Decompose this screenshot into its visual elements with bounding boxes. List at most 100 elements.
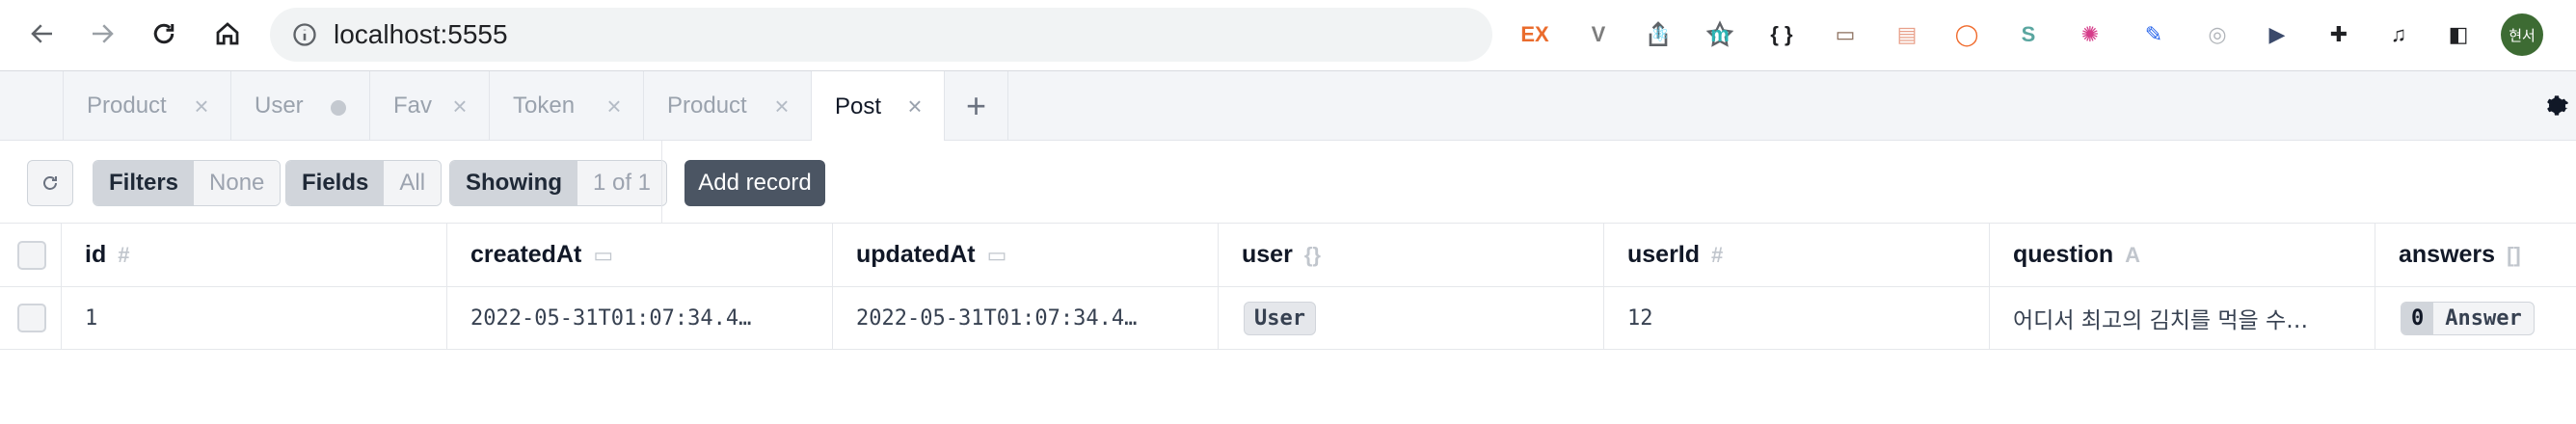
unsaved-dot-icon[interactable] (331, 100, 346, 116)
question-value: 어디서 최고의 김치를 먹을 수… (2013, 308, 2309, 333)
row-select-cell (0, 287, 62, 349)
add-record-button[interactable]: Add record (684, 160, 825, 206)
tab-user[interactable]: User (231, 71, 370, 141)
m-extension-icon[interactable]: m (1703, 17, 1737, 52)
createdat-value: 2022-05-31T01:07:34.4… (470, 305, 752, 331)
column-name: userId (1627, 241, 1701, 268)
answers-label: Answer (2445, 305, 2522, 331)
cell-id[interactable]: 1 (62, 287, 447, 349)
puzzle-extensions-icon[interactable]: ✚ (2321, 17, 2356, 52)
updatedat-value: 2022-05-31T01:07:34.4… (856, 305, 1138, 331)
back-arrow-icon (31, 24, 52, 43)
cell-question[interactable]: 어디서 최고의 김치를 먹을 수… (1990, 287, 2375, 349)
s-extension-icon[interactable]: S (2011, 17, 2046, 52)
date-type-icon: ▭ (986, 242, 1007, 267)
ex-icon[interactable]: EX (1517, 17, 1552, 52)
table-row[interactable]: 1 2022-05-31T01:07:34.4… 2022-05-31T01:0… (0, 287, 2576, 350)
user-relation-pill[interactable]: User (1244, 301, 1316, 335)
browser-toolbar: localhost:5555 EX V ⚛ m { } ▭ ▤ ◯ S ✺ ✎ ◎ ▶ ✚ ♫ ◧ 현서 (0, 0, 2576, 71)
reload-icon (153, 23, 174, 44)
eyedropper-icon[interactable]: ✎ (2136, 17, 2171, 52)
tab-bar-spacer (0, 71, 64, 141)
toolbar-divider (661, 141, 662, 224)
side-panel-icon[interactable]: ◧ (2441, 17, 2476, 52)
home-icon (216, 22, 239, 45)
reading-list-icon[interactable]: ♫ (2381, 17, 2416, 52)
tab-label: Fav (393, 93, 433, 119)
close-tab-icon[interactable]: × (604, 93, 624, 119)
json-viewer-icon[interactable]: { } (1764, 17, 1799, 52)
column-header-createdat[interactable]: createdAt ▭ (447, 224, 833, 286)
profile-avatar[interactable]: 현서 (2501, 13, 2543, 56)
column-name: id (85, 241, 107, 268)
cell-updatedat[interactable]: 2022-05-31T01:07:34.4… (833, 287, 1219, 349)
list-type-icon: [] (2507, 242, 2521, 267)
tab-fav[interactable]: Fav × (370, 71, 490, 141)
tab-post[interactable]: Post × (812, 71, 945, 142)
calendar-extension-icon[interactable]: ▤ (1890, 17, 1924, 52)
object-type-icon: {} (1303, 242, 1321, 267)
close-tab-icon[interactable]: × (772, 93, 792, 119)
number-type-icon: # (118, 242, 130, 267)
column-header-userid[interactable]: userId # (1604, 224, 1990, 286)
filters-label: Filters (94, 161, 195, 205)
tab-product[interactable]: Product × (644, 71, 812, 141)
cell-answers[interactable]: 0 Answer (2375, 287, 2576, 349)
home-button[interactable] (210, 16, 245, 51)
select-all-checkbox[interactable] (17, 240, 46, 270)
column-name: question (2013, 241, 2114, 268)
close-tab-icon[interactable]: × (905, 93, 925, 119)
answers-relation-pill[interactable]: 0 Answer (2401, 301, 2535, 335)
reload-button[interactable] (147, 16, 181, 51)
site-info-icon[interactable] (291, 21, 318, 48)
column-header-user[interactable]: user {} (1219, 224, 1604, 286)
filters-button[interactable]: Filters None (93, 160, 282, 206)
close-tab-icon[interactable]: × (192, 93, 211, 119)
settings-gear-icon[interactable] (2541, 91, 2572, 121)
refresh-icon (43, 176, 57, 190)
tab-label: Token (513, 93, 576, 119)
sidebar-video-icon[interactable]: ▶ (2260, 17, 2294, 52)
back-button[interactable] (25, 16, 60, 51)
column-name: createdAt (470, 241, 582, 268)
url-text[interactable]: localhost:5555 (334, 21, 508, 48)
color-wheel-icon[interactable]: ✺ (2073, 17, 2107, 52)
userid-value: 12 (1627, 305, 1653, 331)
fields-label: Fields (286, 161, 385, 205)
row-checkbox[interactable] (17, 304, 46, 332)
forward-button[interactable] (85, 16, 120, 51)
tab-token[interactable]: Token × (490, 71, 644, 141)
showing-label: Showing (450, 161, 577, 205)
select-all-cell (0, 224, 62, 286)
screen-capture-icon[interactable]: ▭ (1828, 17, 1863, 52)
column-header-answers[interactable]: answers [] (2375, 224, 2576, 286)
tab-product[interactable]: Product × (64, 71, 231, 141)
fields-value: All (384, 161, 442, 205)
forward-arrow-icon (93, 24, 114, 43)
tab-label: Product (87, 93, 167, 119)
column-header-updatedat[interactable]: updatedAt ▭ (833, 224, 1219, 286)
showing-value: 1 of 1 (577, 161, 667, 205)
refresh-button[interactable] (27, 160, 73, 206)
column-header-id[interactable]: id # (62, 224, 447, 286)
gray-circle-icon[interactable]: ◎ (2200, 17, 2235, 52)
react-devtools-icon[interactable]: ⚛ (1643, 17, 1677, 52)
cell-createdat[interactable]: 2022-05-31T01:07:34.4… (447, 287, 833, 349)
cell-user[interactable]: User (1219, 287, 1604, 349)
tab-label: Product (667, 93, 747, 119)
vue-devtools-icon[interactable]: V (1581, 17, 1616, 52)
address-bar[interactable]: localhost:5555 (270, 8, 1734, 62)
date-type-icon: ▭ (593, 242, 614, 267)
table-header: id # createdAt ▭ updatedAt ▭ user {} use… (0, 224, 2576, 287)
column-name: updatedAt (856, 241, 976, 268)
showing-button[interactable]: Showing 1 of 1 (449, 160, 668, 206)
close-tab-icon[interactable]: × (450, 93, 470, 119)
fields-button[interactable]: Fields All (285, 160, 443, 206)
records-toolbar: Filters None Fields All Showing 1 of 1 A… (0, 141, 2576, 224)
color-circle-icon[interactable]: ◯ (1949, 17, 1984, 52)
column-header-question[interactable]: question A (1990, 224, 2375, 286)
cell-userid[interactable]: 12 (1604, 287, 1990, 349)
answers-count: 0 (2402, 302, 2434, 334)
column-name: answers (2399, 241, 2496, 268)
add-tab-button[interactable]: + (945, 71, 1008, 141)
